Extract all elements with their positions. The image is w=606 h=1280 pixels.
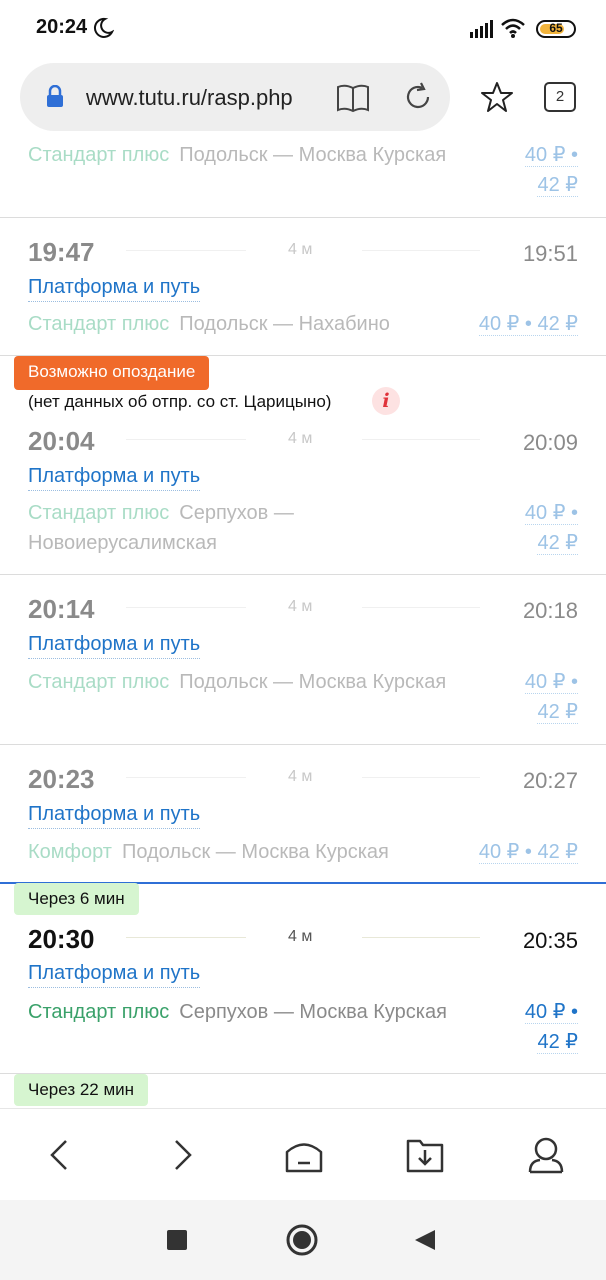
reload-icon[interactable] <box>402 81 434 113</box>
duration: 4 м <box>288 768 313 785</box>
train-price[interactable]: 40 ₽ • 42 ₽ <box>524 498 578 558</box>
divider <box>0 217 606 218</box>
status-time: 20:24 <box>36 16 88 38</box>
train-class: Стандарт плюс <box>28 1001 170 1023</box>
divider <box>0 744 606 745</box>
wifi-icon <box>501 18 525 38</box>
train-info: Стандарт плюс Подольск — Москва Курская <box>28 140 468 170</box>
star-icon[interactable] <box>480 80 514 114</box>
departure-time: 19:47 <box>28 237 95 267</box>
train-class: Стандарт плюс <box>28 313 170 335</box>
browser-bottom-nav <box>0 1108 606 1200</box>
delay-note: (нет данных об отпр. со ст. Царицыно) <box>28 392 332 411</box>
train-info: Стандарт плюс Подольск — Нахабино <box>28 309 468 339</box>
train-info: Стандарт плюс Подольск — Москва Курская <box>28 667 468 697</box>
train-class: Стандарт плюс <box>28 502 170 524</box>
address-bar[interactable]: www.tutu.ru/rasp.php <box>20 63 450 131</box>
departure-time: 20:23 <box>28 764 95 794</box>
train-route: Серпухов — Москва Курская <box>179 1001 447 1023</box>
platform-link[interactable]: Платформа и путь <box>28 276 201 302</box>
moon-icon <box>93 17 114 38</box>
arrival-time: 20:27 <box>522 768 578 793</box>
back-icon[interactable] <box>40 1135 80 1175</box>
arrival-time: 20:35 <box>522 928 578 953</box>
eta-badge: Через 6 мин <box>14 883 139 915</box>
train-route: Подольск — Москва Курская <box>121 841 389 863</box>
battery-indicator: 65 <box>536 20 576 38</box>
train-route: Подольск — Москва Курская <box>179 671 447 693</box>
platform-link[interactable]: Платформа и путь <box>28 962 201 988</box>
train-route: Подольск — Нахабино <box>179 313 390 335</box>
train-price[interactable]: 40 ₽ • 42 ₽ <box>478 309 578 339</box>
train-route: Подольск — Москва Курская <box>179 144 447 166</box>
duration: 4 м <box>288 430 313 447</box>
profile-icon[interactable] <box>526 1135 566 1175</box>
divider <box>0 574 606 575</box>
train-info: Стандарт плюс Серпухов — Новоиерусалимска… <box>28 498 468 558</box>
platform-link[interactable]: Платформа и путь <box>28 465 201 491</box>
home-icon[interactable] <box>284 1135 324 1175</box>
eta-badge: Через 22 мин <box>14 1074 149 1106</box>
train-price[interactable]: 40 ₽ • 42 ₽ <box>478 837 578 867</box>
departure-time: 20:30 <box>28 924 95 954</box>
signal-icon <box>470 20 493 38</box>
delay-badge: Возможно опоздание <box>14 356 210 390</box>
forward-icon[interactable] <box>162 1135 202 1175</box>
train-price[interactable]: 40 ₽ • 42 ₽ <box>524 140 578 200</box>
train-info: Стандарт плюс Серпухов — Москва Курская <box>28 997 468 1027</box>
arrival-time: 19:51 <box>522 241 578 266</box>
system-nav-bar <box>0 1200 606 1280</box>
info-icon[interactable]: i <box>372 387 400 415</box>
status-bar: 20:24 65 <box>0 0 606 60</box>
arrival-time: 20:09 <box>522 430 578 455</box>
duration: 4 м <box>288 598 313 615</box>
downloads-icon[interactable] <box>405 1135 445 1175</box>
lock-icon <box>47 85 63 107</box>
timetable-list: Стандарт плюс Подольск — Москва Курская 4… <box>0 140 606 1110</box>
departure-time: 20:14 <box>28 594 95 624</box>
system-back-icon[interactable] <box>414 1229 436 1251</box>
reader-icon[interactable] <box>336 83 370 113</box>
platform-link[interactable]: Платформа и путь <box>28 803 201 829</box>
arrival-time: 20:18 <box>522 598 578 623</box>
train-price[interactable]: 40 ₽ • 42 ₽ <box>524 997 578 1057</box>
tab-switcher-button[interactable]: 2 <box>544 82 576 112</box>
train-price[interactable]: 40 ₽ • 42 ₽ <box>524 667 578 727</box>
duration: 4 м <box>288 928 313 945</box>
train-info: Комфорт Подольск — Москва Курская <box>28 837 468 867</box>
platform-link[interactable]: Платформа и путь <box>28 633 201 659</box>
system-home-icon[interactable] <box>286 1224 318 1256</box>
departure-time: 20:04 <box>28 426 95 456</box>
recents-icon[interactable] <box>166 1229 188 1251</box>
train-class: Комфорт <box>28 841 112 863</box>
duration: 4 м <box>288 241 313 258</box>
url-text[interactable]: www.tutu.ru/rasp.php <box>86 85 326 111</box>
train-class: Стандарт плюс <box>28 671 170 693</box>
train-class: Стандарт плюс <box>28 144 170 166</box>
